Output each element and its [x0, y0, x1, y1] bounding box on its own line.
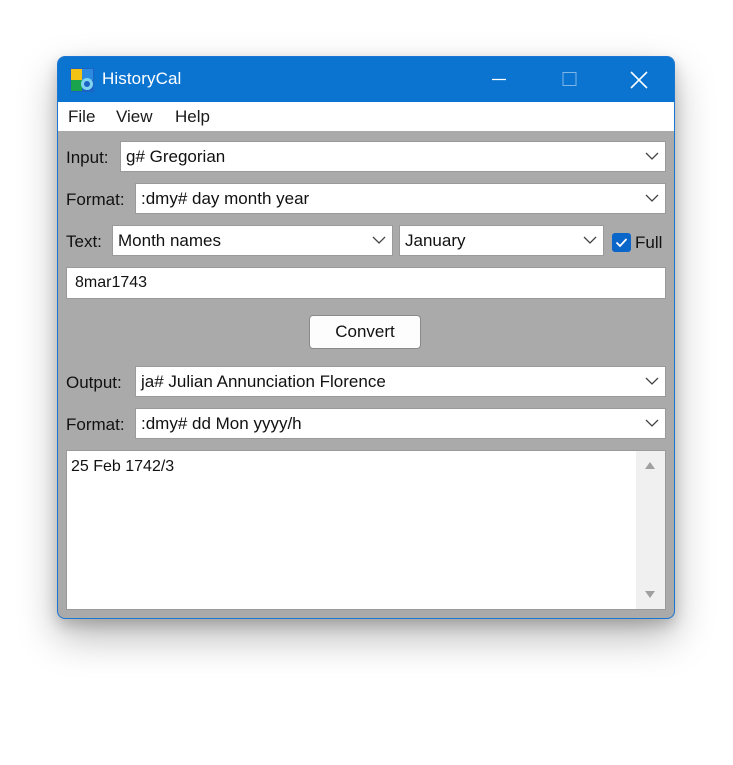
output-format-value: :dmy# dd Mon yyyy/h [141, 414, 302, 433]
input-label: Input: [66, 148, 109, 167]
input-format-select[interactable]: :dmy# day month year [135, 183, 666, 214]
input-calendar-select[interactable]: g# Gregorian [120, 141, 666, 172]
minimize-button[interactable] [476, 57, 522, 102]
month-value: January [405, 231, 466, 250]
input-format-label: Format: [66, 190, 125, 209]
output-format-label: Format: [66, 415, 125, 434]
chevron-down-icon [583, 236, 597, 244]
output-result: 25 Feb 1742/3 [71, 458, 175, 475]
output-textarea[interactable]: 25 Feb 1742/3 [66, 450, 666, 610]
app-window: HistoryCal File View Help Input: g# Greg… [57, 56, 675, 619]
scroll-down-icon[interactable] [644, 590, 656, 599]
output-scrollbar[interactable] [636, 451, 665, 609]
output-label: Output: [66, 373, 122, 392]
date-input[interactable]: 8mar1743 [66, 267, 666, 299]
output-calendar-value: ja# Julian Annunciation Florence [141, 372, 386, 391]
close-icon [630, 71, 648, 89]
full-label[interactable]: Full [635, 233, 662, 253]
chevron-down-icon [645, 194, 659, 202]
scroll-up-icon[interactable] [644, 461, 656, 470]
maximize-icon [562, 72, 577, 86]
menu-help[interactable]: Help [175, 107, 210, 127]
output-calendar-select[interactable]: ja# Julian Annunciation Florence [135, 366, 666, 397]
text-mode-select[interactable]: Month names [112, 225, 393, 256]
full-checkbox[interactable] [612, 233, 631, 252]
menu-file[interactable]: File [68, 107, 95, 127]
menu-bar: File View Help [58, 102, 674, 131]
convert-button[interactable]: Convert [309, 315, 421, 349]
app-logo-icon [70, 68, 94, 92]
date-input-value: 8mar1743 [75, 274, 148, 291]
chevron-down-icon [372, 236, 386, 244]
month-select[interactable]: January [399, 225, 604, 256]
chevron-down-icon [645, 377, 659, 385]
output-format-select[interactable]: :dmy# dd Mon yyyy/h [135, 408, 666, 439]
checkmark-icon [615, 238, 628, 248]
chevron-down-icon [645, 152, 659, 160]
title-bar[interactable]: HistoryCal [58, 57, 674, 102]
chevron-down-icon [645, 419, 659, 427]
minimize-icon [492, 78, 506, 81]
menu-view[interactable]: View [116, 107, 153, 127]
input-format-value: :dmy# day month year [141, 189, 310, 208]
text-label: Text: [66, 232, 102, 251]
input-calendar-value: g# Gregorian [126, 147, 226, 166]
maximize-button[interactable] [546, 57, 592, 102]
window-title: HistoryCal [102, 69, 182, 88]
text-mode-value: Month names [118, 231, 221, 250]
close-button[interactable] [616, 57, 662, 102]
